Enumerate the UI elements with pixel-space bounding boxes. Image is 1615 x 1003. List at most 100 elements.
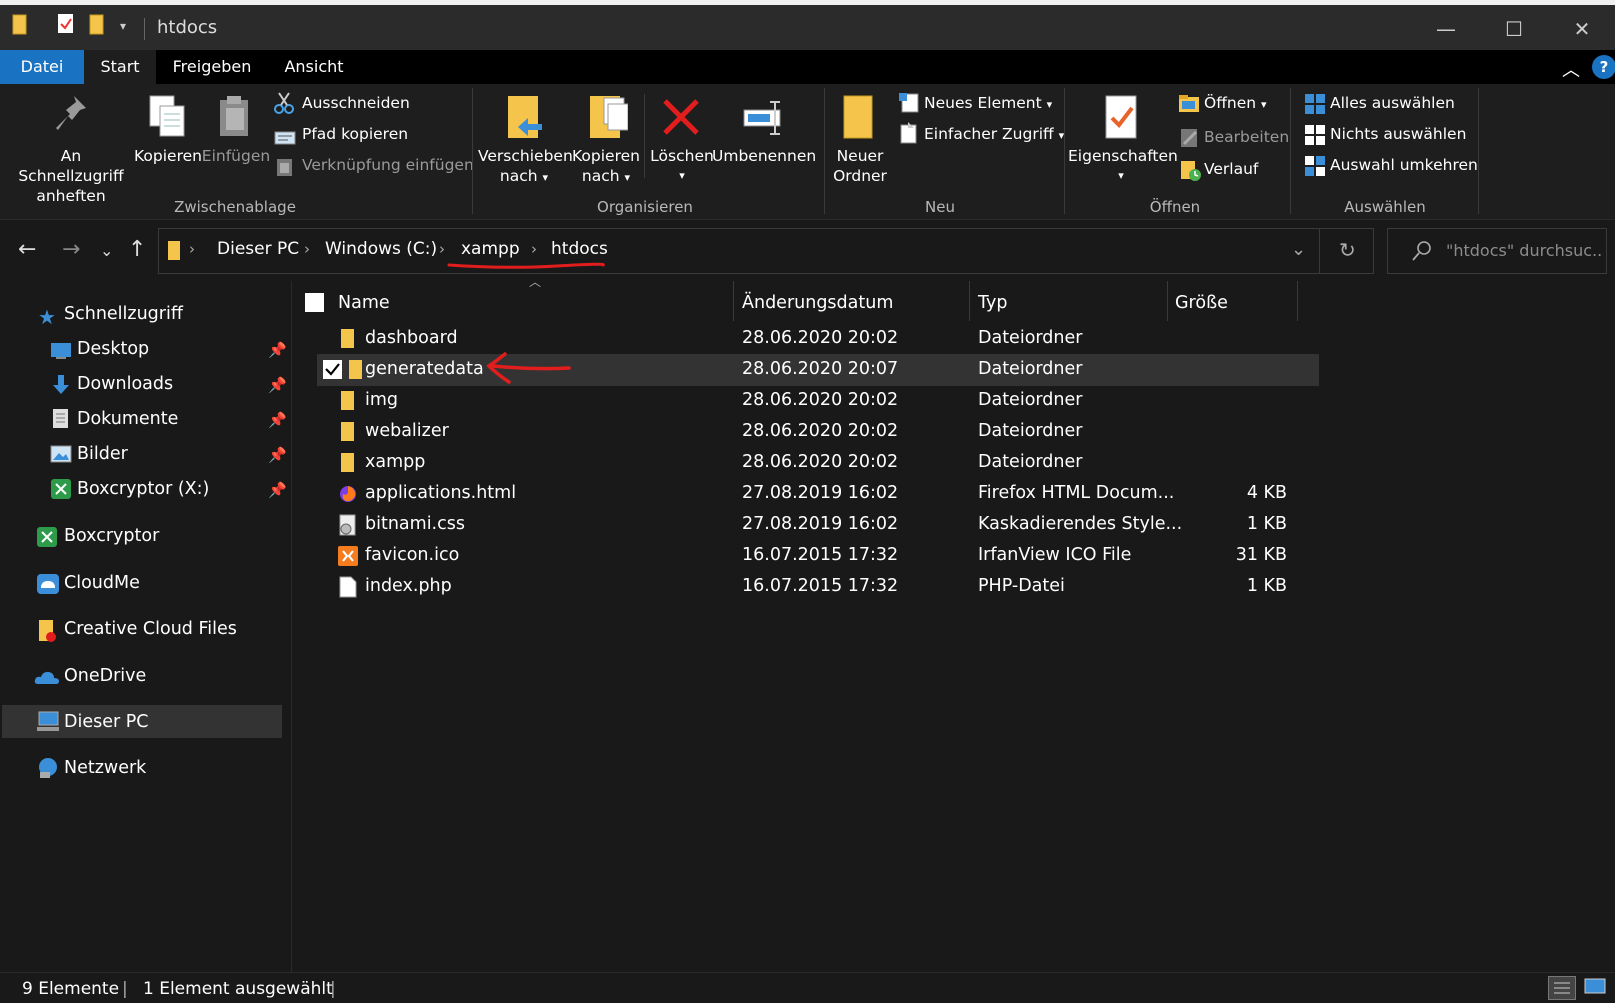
select-all-checkbox[interactable] <box>305 293 324 312</box>
tab-ansicht[interactable]: Ansicht <box>274 50 354 84</box>
new-folder-qat-icon[interactable] <box>89 14 105 40</box>
nav-pictures[interactable]: Bilder <box>77 444 128 464</box>
nav-creative-cloud[interactable]: Creative Cloud Files <box>64 619 237 639</box>
new-item-label: Neues Element <box>924 94 1042 112</box>
select-none-button[interactable]: Nichts auswählen <box>1330 125 1466 143</box>
nav-downloads[interactable]: Downloads <box>77 374 173 394</box>
close-button[interactable]: ✕ <box>1548 10 1615 50</box>
status-bar: 9 Elemente | 1 Element ausgewählt | <box>0 972 1615 1003</box>
nav-quick-access[interactable]: Schnellzugriff <box>64 304 183 324</box>
breadcrumb-windows-c[interactable]: Windows (C:) <box>325 239 437 259</box>
refresh-icon[interactable]: ↻ <box>1339 238 1356 262</box>
table-row[interactable]: img 28.06.2020 20:02 Dateiordner <box>317 385 1319 417</box>
table-row[interactable]: dashboard 28.06.2020 20:02 Dateiordner <box>317 323 1319 355</box>
rename-button[interactable]: Umbenennen <box>712 146 816 166</box>
column-separator[interactable] <box>733 281 734 321</box>
tab-freigeben[interactable]: Freigeben <box>164 50 260 84</box>
group-label-open: Öffnen <box>1149 198 1201 216</box>
table-row[interactable]: webalizer 28.06.2020 20:02 Dateiordner <box>317 416 1319 448</box>
table-row[interactable]: favicon.ico 16.07.2015 17:32 IrfanView I… <box>317 540 1319 572</box>
paste-icon <box>218 94 252 142</box>
file-date: 27.08.2019 16:02 <box>742 483 899 503</box>
pin-quick-access-button[interactable]: An Schnellzugriff anheften <box>8 146 134 206</box>
css-file-icon <box>338 514 358 540</box>
column-header-name[interactable]: Name <box>338 293 390 313</box>
select-all-button[interactable]: Alles auswählen <box>1330 94 1455 112</box>
breadcrumb-dieser-pc[interactable]: Dieser PC <box>217 239 299 259</box>
title-bar: ▾ htdocs — ☐ ✕ <box>0 0 1615 50</box>
easy-access-button[interactable]: Einfacher Zugriff ▾ <box>924 125 1064 143</box>
properties-qat-icon[interactable] <box>57 13 75 39</box>
column-separator[interactable] <box>1297 281 1298 321</box>
new-folder-button[interactable]: Neuer Ordner <box>826 146 894 186</box>
table-row[interactable]: bitnami.css 27.08.2019 16:02 Kaskadieren… <box>317 509 1319 541</box>
copy-button[interactable]: Kopieren <box>134 146 202 166</box>
paste-shortcut-button[interactable]: Verknüpfung einfügen <box>302 156 474 174</box>
breadcrumb-htdocs[interactable]: htdocs <box>551 239 608 259</box>
column-separator[interactable] <box>1167 281 1168 321</box>
status-item-count: 9 Elemente <box>22 979 120 999</box>
nav-documents[interactable]: Dokumente <box>77 409 178 429</box>
properties-label: Eigenschaften <box>1068 147 1178 165</box>
search-box[interactable]: "htdocs" durchsuc... <box>1387 228 1607 274</box>
nav-cloudme[interactable]: CloudMe <box>64 573 140 593</box>
help-icon[interactable]: ? <box>1592 55 1615 79</box>
tab-start[interactable]: Start <box>84 50 156 84</box>
nav-onedrive[interactable]: OneDrive <box>64 666 146 686</box>
copy-path-button[interactable]: Pfad kopieren <box>302 125 408 143</box>
table-row[interactable]: index.php 16.07.2015 17:32 PHP-Datei 1 K… <box>317 571 1319 603</box>
breadcrumb-chevron-icon: › <box>304 240 310 258</box>
status-separator: | <box>122 979 128 999</box>
edit-button[interactable]: Bearbeiten <box>1204 128 1289 146</box>
details-view-icon[interactable] <box>1548 976 1576 1000</box>
table-row[interactable]: applications.html 27.08.2019 16:02 Firef… <box>317 478 1319 510</box>
up-arrow-icon[interactable]: ↑ <box>128 237 146 262</box>
column-header-date[interactable]: Änderungsdatum <box>742 293 893 313</box>
dropdown-arrow-icon: ▾ <box>1118 169 1124 182</box>
paste-button[interactable]: Einfügen <box>200 146 272 166</box>
move-to-button[interactable]: Verschieben nach ▾ <box>478 146 573 188</box>
search-input[interactable]: "htdocs" durchsuc... <box>1446 241 1604 260</box>
back-arrow-icon[interactable]: ← <box>18 237 36 262</box>
column-header-size[interactable]: Größe <box>1175 293 1228 313</box>
nav-boxcryptor-x[interactable]: Boxcryptor (X:) <box>77 479 209 499</box>
tab-datei[interactable]: Datei <box>0 50 84 84</box>
properties-button[interactable]: Eigenschaften ▾ <box>1068 146 1178 186</box>
nav-this-pc[interactable]: Dieser PC <box>64 712 149 732</box>
address-bar[interactable]: › Dieser PC › Windows (C:) › xampp › htd… <box>158 228 1374 274</box>
column-header-type[interactable]: Typ <box>978 293 1007 313</box>
chevron-down-icon[interactable]: ⌄ <box>1291 239 1306 260</box>
collapse-ribbon-icon[interactable]: ︿ <box>1562 56 1580 82</box>
copyto-label-line1: Kopieren <box>572 147 640 165</box>
group-separator <box>824 88 825 214</box>
qat-customize-icon[interactable]: ▾ <box>120 19 126 33</box>
maximize-button[interactable]: ☐ <box>1480 10 1548 50</box>
new-item-button[interactable]: Neues Element ▾ <box>924 94 1052 112</box>
large-icons-view-icon[interactable] <box>1582 976 1610 1000</box>
minimize-button[interactable]: — <box>1412 10 1480 50</box>
nav-network[interactable]: Netzwerk <box>64 758 146 778</box>
open-button[interactable]: Öffnen ▾ <box>1204 94 1267 112</box>
table-row[interactable]: xampp 28.06.2020 20:02 Dateiordner <box>317 447 1319 479</box>
pictures-icon <box>50 445 72 467</box>
column-separator[interactable] <box>969 281 970 321</box>
move-label-line1: Verschieben <box>478 147 573 165</box>
cut-button[interactable]: Ausschneiden <box>302 94 410 112</box>
invert-selection-button[interactable]: Auswahl umkehren <box>1330 156 1478 174</box>
recent-locations-icon[interactable]: ⌄ <box>100 241 113 260</box>
copy-to-button[interactable]: Kopieren nach ▾ <box>570 146 642 188</box>
nav-boxcryptor[interactable]: Boxcryptor <box>64 526 159 546</box>
file-size: 4 KB <box>1246 483 1287 503</box>
table-row[interactable]: generatedata 28.06.2020 20:07 Dateiordne… <box>317 352 1319 386</box>
forward-arrow-icon[interactable]: → <box>62 237 80 262</box>
breadcrumb-xampp[interactable]: xampp <box>461 239 520 259</box>
row-checkbox[interactable] <box>323 360 342 379</box>
new-item-icon <box>898 92 920 118</box>
file-name: applications.html <box>365 483 517 503</box>
pin-label-line2: anheften <box>36 187 106 205</box>
history-button[interactable]: Verlauf <box>1204 160 1258 178</box>
delete-label: Löschen <box>650 147 714 165</box>
delete-button[interactable]: Löschen ▾ <box>648 146 716 186</box>
nav-desktop[interactable]: Desktop <box>77 339 149 359</box>
ribbon-tabs: Datei Start Freigeben Ansicht ︿ ? <box>0 50 1615 84</box>
